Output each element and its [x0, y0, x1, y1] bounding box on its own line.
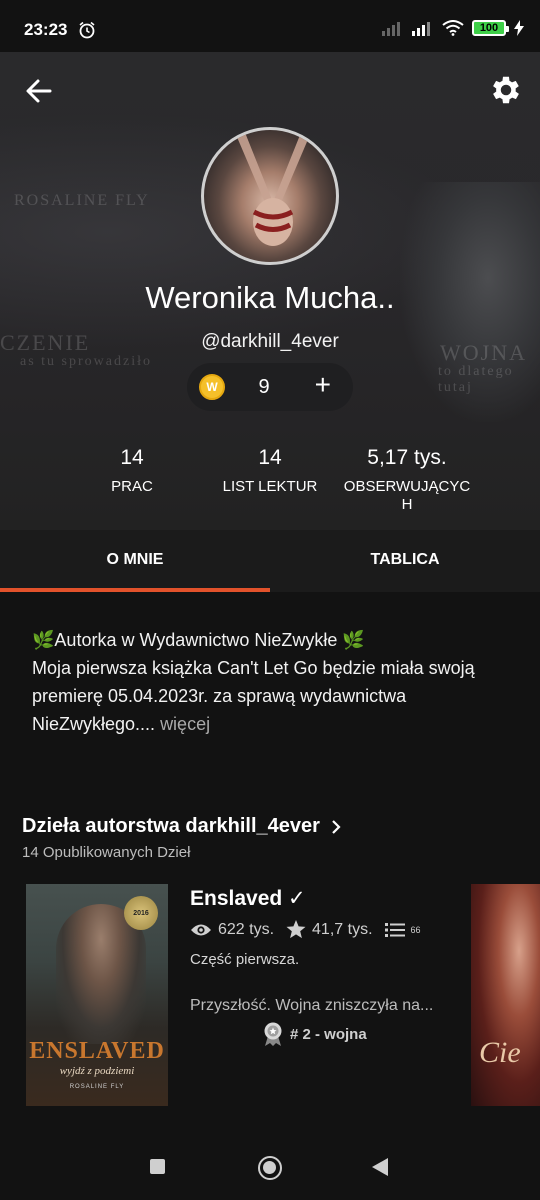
tab-about-me[interactable]: O MNIE [0, 530, 270, 589]
stat-followers[interactable]: 5,17 tys. OBSERWUJĄCYC H [337, 446, 477, 514]
coin-count: 9 [258, 376, 270, 398]
add-coins-button[interactable]: + [315, 371, 331, 399]
story-part-label: Część pierwsza. [190, 951, 300, 968]
battery-level: 100 [479, 22, 499, 34]
award-badge: 2016 [124, 896, 158, 930]
system-nav-bar [0, 1134, 540, 1200]
coin-logo: W [206, 380, 218, 394]
badge-year: 2016 [133, 909, 149, 917]
votes-stat: 41,7 tys. [286, 920, 373, 939]
home-button[interactable] [258, 1156, 282, 1180]
stat-value: 14 [258, 446, 282, 469]
story-description: Przyszłość. Wojna zniszczyła na... [190, 997, 434, 1014]
works-count: 14 Opublikowanych Dzieł [22, 844, 191, 861]
signal-icon [382, 22, 400, 36]
stat-value: 14 [120, 446, 144, 469]
ribbon-icon [264, 1022, 282, 1046]
recents-button[interactable] [150, 1159, 165, 1174]
story-title[interactable]: Enslaved ✓ [190, 886, 306, 911]
avatar-image [234, 130, 312, 246]
cover-author: ROSALINE FLY [69, 1084, 125, 1090]
about-text: Moja pierwsza książka Can't Let Go będzi… [32, 658, 475, 734]
back-button[interactable] [372, 1158, 388, 1176]
list-icon [384, 922, 405, 937]
coin-icon: W [199, 374, 225, 400]
works-header[interactable]: Dzieła autorstwa darkhill_4ever [22, 815, 342, 838]
signal-icon [412, 22, 430, 36]
parts-stat: 66 [384, 922, 421, 938]
reads-count: 622 tys. [218, 920, 275, 938]
alarm-icon [79, 21, 95, 39]
battery-icon: 100 [472, 20, 509, 36]
charging-icon [514, 20, 524, 36]
rank-text: # 2 - wojna [290, 1025, 367, 1043]
cover-subtitle: wyjdź z podziemi [59, 1065, 135, 1077]
about-line-2: Moja pierwsza książka Can't Let Go będzi… [32, 654, 512, 738]
leaf-icon: 🌿 [32, 630, 55, 650]
stat-works[interactable]: 14 PRAC [82, 446, 182, 496]
read-more-link[interactable]: więcej [160, 714, 210, 734]
works-title: Dzieła autorstwa darkhill_4ever [22, 815, 320, 837]
reads-stat: 622 tys. [190, 921, 274, 939]
votes-count: 41,7 tys. [312, 920, 373, 938]
tab-wall[interactable]: TABLICA [270, 530, 540, 589]
about-section: 🌿Autorka w Wydawnictwo NieZwykłe 🌿 Moja … [32, 626, 512, 738]
stat-label-line: H [401, 496, 413, 513]
parts-count: 66 [410, 924, 421, 935]
next-story-cover[interactable]: Cie [471, 884, 540, 1106]
about-line-1: 🌿Autorka w Wydawnictwo NieZwykłe 🌿 [32, 626, 512, 654]
stat-label: LIST LEKTUR [222, 478, 318, 495]
star-icon [286, 920, 306, 939]
background-text: to dlatego tutaj [438, 364, 514, 395]
coins-pill[interactable]: W 9 + [187, 363, 353, 411]
wifi-icon [442, 20, 464, 36]
stat-label: OBSERWUJĄCYC H [337, 478, 477, 514]
arrow-left-icon[interactable] [22, 74, 56, 108]
profile-name: Weronika Mucha.. [145, 280, 395, 315]
stat-value: 5,17 tys. [367, 446, 447, 469]
profile-header: ROSALINE FLY CZENIE as tu sprowadziło WO… [0, 52, 540, 530]
eye-icon [191, 924, 211, 935]
story-stats: 622 tys. 41,7 tys. 66 [190, 920, 433, 939]
story-cover[interactable]: 2016 ENSLAVED wyjdź z podziemi ROSALINE … [26, 884, 168, 1106]
cover-title: ENSLAVED [29, 1038, 165, 1064]
stat-reading-lists[interactable]: 14 LIST LEKTUR [205, 446, 335, 496]
stat-label: PRAC [111, 478, 153, 495]
gear-icon[interactable] [488, 72, 524, 108]
about-headline: Autorka w Wydawnictwo NieZwykłe [54, 630, 338, 650]
chevron-right-icon [332, 819, 341, 834]
background-text: as tu sprowadziło [20, 354, 152, 369]
next-cover-title: Cie [479, 1036, 521, 1069]
clock: 23:23 [24, 20, 68, 39]
stat-label-line: OBSERWUJĄCYC [343, 478, 471, 495]
background-text: ROSALINE FLY [14, 192, 150, 209]
avatar[interactable] [201, 127, 339, 265]
story-rank[interactable]: # 2 - wojna [262, 1022, 367, 1046]
status-bar: 23:23 100 [0, 0, 540, 52]
profile-username: @darkhill_4ever [201, 331, 339, 352]
leaf-icon: 🌿 [342, 630, 365, 650]
active-tab-indicator [0, 588, 270, 592]
profile-tabs: O MNIE TABLICA [0, 530, 540, 592]
